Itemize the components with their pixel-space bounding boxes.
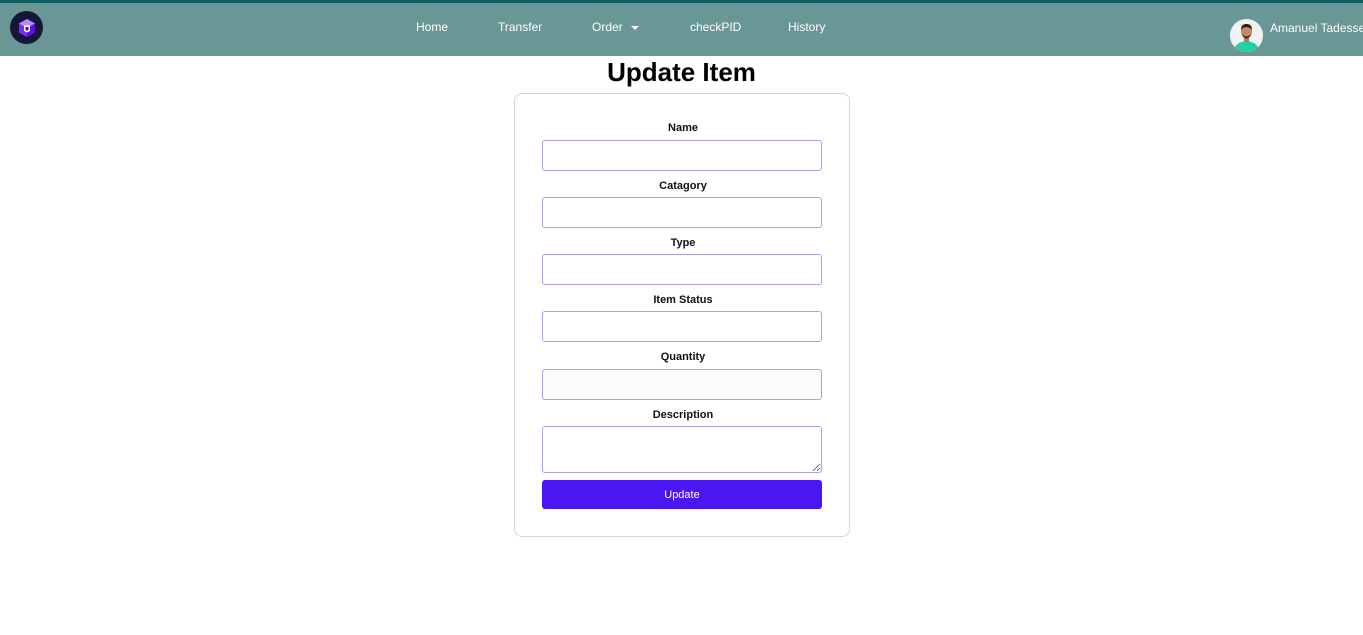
nav-checkpid-link[interactable]: checkPID	[690, 20, 741, 34]
nav-transfer-link[interactable]: Transfer	[498, 20, 542, 34]
update-button[interactable]: Update	[542, 480, 822, 509]
main-nav: Home Transfer Order checkPID History	[0, 3, 1363, 56]
nav-order-dropdown[interactable]: Order	[592, 20, 639, 34]
quantity-label: Quantity	[660, 351, 706, 363]
nav-home-link[interactable]: Home	[416, 20, 448, 34]
type-label: Type	[670, 237, 696, 249]
quantity-input[interactable]	[542, 369, 822, 400]
category-input[interactable]	[542, 197, 822, 228]
name-input[interactable]	[542, 140, 822, 171]
user-avatar[interactable]	[1230, 19, 1263, 52]
caret-down-icon	[630, 25, 639, 30]
user-name[interactable]: Amanuel Tadesse	[1270, 21, 1363, 35]
nav-history-link[interactable]: History	[788, 20, 825, 34]
description-label: Description	[652, 409, 714, 421]
description-textarea[interactable]	[542, 426, 822, 473]
page-title: Update Item	[607, 57, 756, 87]
item-status-label: Item Status	[653, 294, 713, 306]
top-navbar: Home Transfer Order checkPID History Ama…	[0, 0, 1363, 56]
update-item-form: Name Catagory Type Item Status Quantity …	[514, 93, 850, 537]
type-input[interactable]	[542, 254, 822, 285]
nav-order-label: Order	[592, 20, 623, 34]
category-label: Catagory	[659, 180, 707, 192]
name-label: Name	[668, 122, 698, 134]
item-status-input[interactable]	[542, 311, 822, 342]
